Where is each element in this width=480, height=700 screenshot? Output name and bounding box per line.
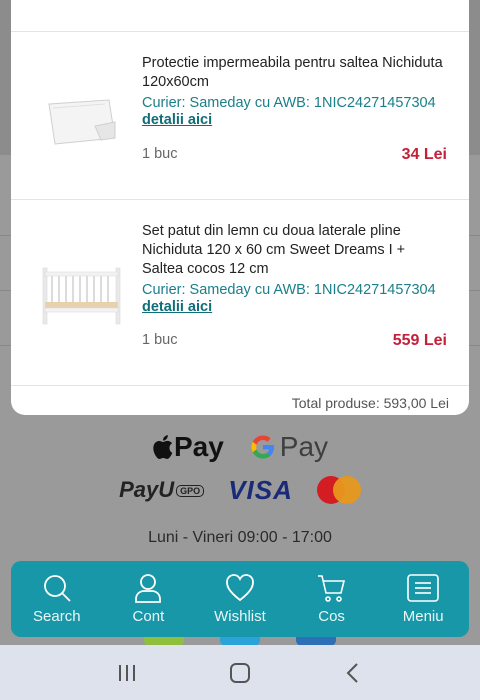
crib-thumbnail [39,258,124,328]
product-price: 559 Lei [392,332,447,349]
payu-logo: PayU GPO [119,477,205,503]
nav-cart[interactable]: Cos [286,561,378,637]
apple-pay-text: Pay [173,431,224,462]
mattress-protector-thumbnail [39,82,124,162]
menu-icon [407,572,439,604]
android-navigation-bar [0,645,480,700]
nav-cart-label: Cos [318,608,345,625]
mastercard-logo [316,476,361,504]
payu-gpo-badge: GPO [176,485,205,498]
modal-top-strip [11,0,469,32]
google-pay-logo: Pay [250,431,328,463]
home-button[interactable] [225,658,255,688]
home-icon [229,662,250,683]
nav-menu[interactable]: Meniu [377,561,469,637]
courier-awb: Curier: Sameday cu AWB: 1NIC24271457304 [142,282,436,298]
recent-apps-icon [118,664,135,681]
courier-awb: Curier: Sameday cu AWB: 1NIC24271457304 [142,95,436,111]
back-button[interactable] [338,658,368,688]
nav-account-label: Cont [132,608,165,625]
order-products-modal: Protectie impermeabila pentru saltea Nic… [11,0,469,415]
details-link[interactable]: detalii aici [142,299,449,316]
details-link[interactable]: detalii aici [142,112,449,129]
heart-icon [224,572,256,604]
google-g-icon [251,435,274,459]
cart-icon [316,572,348,604]
visa-logo: VISA [228,474,293,505]
google-pay-text: Pay [279,431,329,462]
mastercard-orange-circle [332,476,361,504]
order-item-info: Set patut din lemn cu doua laterale plin… [142,222,449,316]
user-icon [132,572,164,604]
card-methods-row: PayU GPO VISA [0,472,480,508]
nav-wishlist[interactable]: Wishlist [194,561,286,637]
order-item: Protectie impermeabila pentru saltea Nic… [11,32,469,200]
product-quantity: 1 buc [142,332,178,348]
order-item-info: Protectie impermeabila pentru saltea Nic… [142,54,449,129]
product-price: 34 Lei [401,146,447,163]
opening-hours: Luni - Vineri 09:00 - 17:00 [148,529,332,546]
order-item: Set patut din lemn cu doua laterale plin… [11,200,469,386]
back-icon [346,662,359,683]
apple-icon [153,435,173,459]
total-products-peek: Total produse: 593,00 Lei [291,395,449,411]
nav-account[interactable]: Cont [103,561,195,637]
product-quantity: 1 buc [142,146,178,162]
bottom-navigation: Search Cont Wishlist Cos Meniu [11,561,469,637]
product-title: Set patut din lemn cu doua laterale plin… [142,223,406,277]
nav-search[interactable]: Search [11,561,103,637]
payu-text: PayU [119,477,175,502]
nav-search-label: Search [33,608,81,625]
nav-wishlist-label: Wishlist [214,608,266,625]
nav-menu-label: Meniu [402,608,444,625]
search-icon [41,572,73,604]
apple-pay-logo: Pay [152,431,224,463]
product-title: Protectie impermeabila pentru saltea Nic… [142,55,443,90]
payment-methods-row: Pay Pay [0,428,480,466]
recent-apps-button[interactable] [112,658,142,688]
